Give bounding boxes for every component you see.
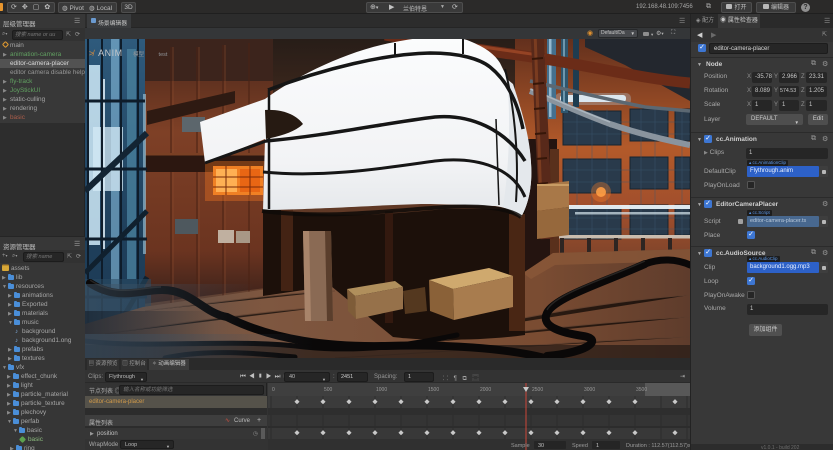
svg-text:Sample: Sample <box>511 443 530 449</box>
svg-text:2000: 2000 <box>480 387 491 393</box>
svg-text:1500: 1500 <box>428 387 439 393</box>
svg-text:1: 1 <box>596 443 599 449</box>
svg-text:Duration : 112.57(112.57)s: Duration : 112.57(112.57)s <box>626 443 690 449</box>
svg-text:500: 500 <box>324 387 333 393</box>
svg-text:30: 30 <box>538 443 544 449</box>
svg-text:2500: 2500 <box>532 387 543 393</box>
svg-text:Speed: Speed <box>572 443 588 449</box>
svg-text:1000: 1000 <box>376 387 387 393</box>
svg-text:3500: 3500 <box>636 387 647 393</box>
svg-text:3000: 3000 <box>584 387 595 393</box>
svg-text:0: 0 <box>272 387 275 393</box>
